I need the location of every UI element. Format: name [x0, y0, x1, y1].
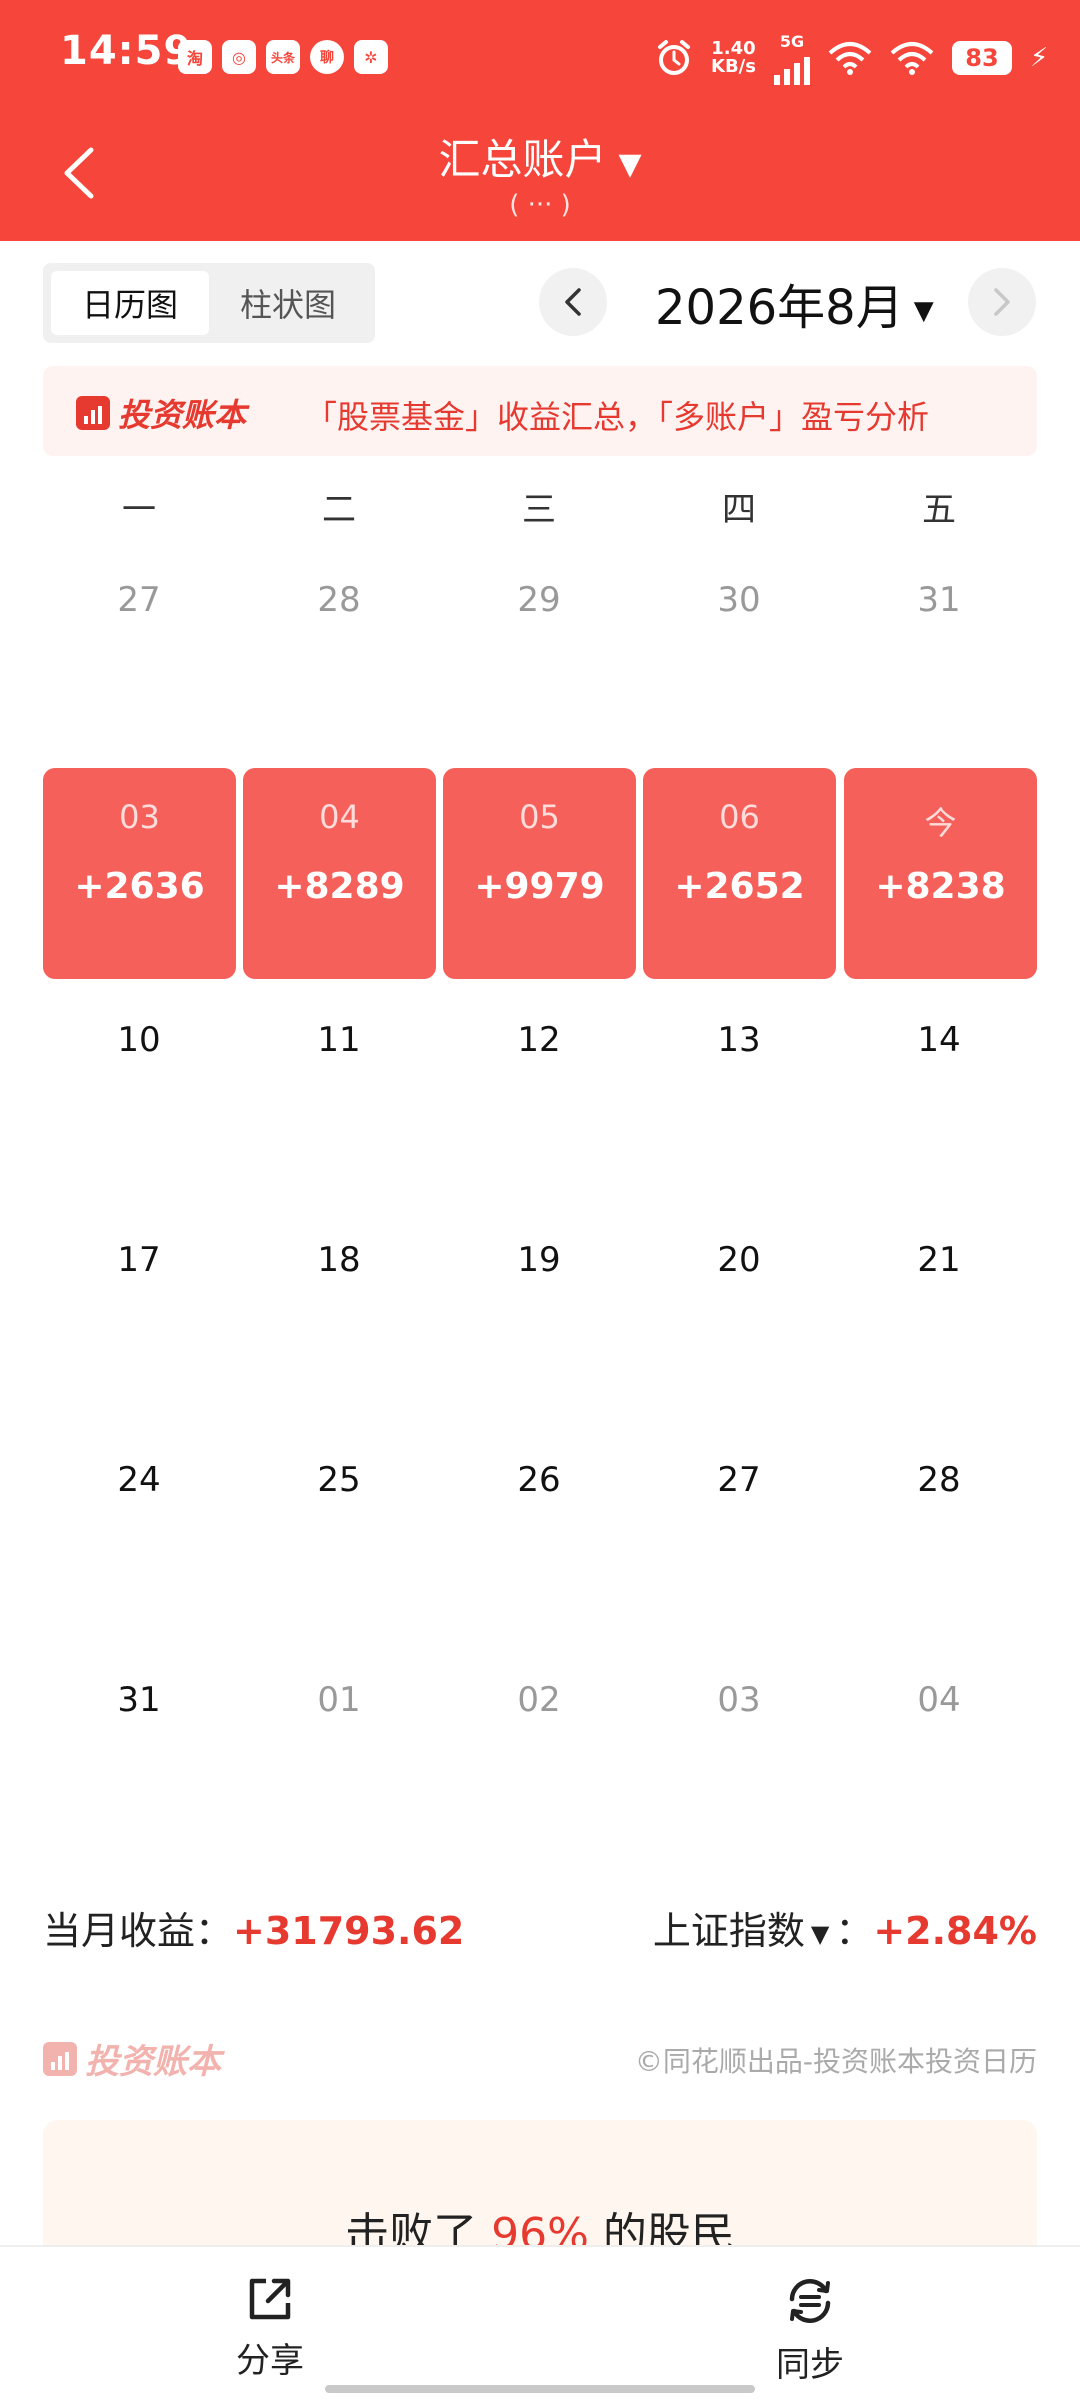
- calendar-day[interactable]: 31: [43, 1680, 235, 1720]
- calendar-day[interactable]: 12: [443, 1020, 635, 1060]
- calendar-day[interactable]: 01: [243, 1680, 435, 1720]
- profit-day-date: 今: [924, 804, 957, 842]
- sync-icon: [789, 2279, 831, 2323]
- share-icon: [249, 2278, 291, 2320]
- sync-button[interactable]: 同步: [710, 2275, 910, 2386]
- profit-day-date: 04: [319, 798, 360, 836]
- calendar-day[interactable]: 29: [443, 580, 635, 620]
- charging-icon: ⚡: [1029, 43, 1049, 73]
- index-summary[interactable]: 上证指数 ▼ ：+2.84%: [653, 1900, 1037, 1955]
- notification-icons: 淘 ◎ 头条 聊 ✲: [178, 40, 388, 74]
- profit-day-value: +8238: [875, 866, 1006, 907]
- profit-day-cell[interactable]: 06 +2652: [643, 768, 836, 979]
- profit-day-date: 06: [719, 798, 760, 836]
- month-profit-summary: 当月收益：+31793.62: [43, 1900, 464, 1955]
- tab-bar-chart[interactable]: 柱状图: [209, 271, 367, 335]
- copyright-text: ©同花顺出品-投资账本投资日历: [634, 2045, 1037, 2078]
- page-title: 汇总账户: [438, 135, 607, 184]
- beat-card: 击败了 96% 的股民: [43, 2120, 1037, 2260]
- toutiao-icon: 头条: [266, 40, 300, 74]
- net-speed: 1.40 KB/s: [711, 38, 756, 77]
- profit-day-date: 05: [519, 798, 560, 836]
- bottom-action-bar: 分享 同步: [0, 2245, 1080, 2402]
- share-button[interactable]: 分享: [170, 2275, 370, 2382]
- account-subtitle: ( ··· ): [509, 190, 571, 220]
- calendar-day[interactable]: 11: [243, 1020, 435, 1060]
- calendar-day[interactable]: 20: [643, 1240, 835, 1280]
- home-indicator[interactable]: [325, 2385, 755, 2393]
- weekday-mon: 一: [122, 490, 156, 530]
- calendar-day[interactable]: 27: [43, 580, 235, 620]
- app-header: 14:59 淘 ◎ 头条 聊 ✲ 1.40 KB/s 5G 83 ⚡ 汇总账户 …: [0, 0, 1080, 241]
- share-label: 分享: [236, 2341, 304, 2381]
- index-colon: ：: [835, 1909, 874, 1953]
- alarm-icon: [658, 40, 690, 75]
- profit-day-value: +2636: [74, 866, 205, 907]
- flower-icon: ✲: [354, 40, 388, 74]
- calendar-day[interactable]: 19: [443, 1240, 635, 1280]
- calendar-day[interactable]: 30: [643, 580, 835, 620]
- chevron-right-icon: [994, 288, 1010, 316]
- weekday-thu: 四: [722, 490, 756, 530]
- next-month-button[interactable]: [968, 268, 1036, 336]
- chevron-down-icon: ▼: [618, 147, 642, 182]
- footer-logo: 投资账本: [43, 2034, 221, 2083]
- cell-signal: 5G: [773, 32, 810, 85]
- month-profit-value: +31793.62: [233, 1909, 465, 1953]
- profit-day-cell[interactable]: 03 +2636: [43, 768, 236, 979]
- calendar-day[interactable]: 27: [643, 1460, 835, 1500]
- calendar-day[interactable]: 24: [43, 1460, 235, 1500]
- chart-logo-icon: [76, 396, 110, 430]
- profit-day-cell[interactable]: 04 +8289: [243, 768, 436, 979]
- view-toggle: 日历图 柱状图: [43, 263, 375, 343]
- calendar-day[interactable]: 28: [243, 580, 435, 620]
- chat-icon: 聊: [310, 40, 344, 74]
- sync-label: 同步: [776, 2345, 844, 2385]
- calendar-day[interactable]: 10: [43, 1020, 235, 1060]
- weekday-wed: 三: [522, 490, 556, 530]
- calendar-day[interactable]: 25: [243, 1460, 435, 1500]
- chevron-down-icon: ▼: [810, 1919, 830, 1948]
- profit-day-value: +2652: [674, 866, 805, 907]
- banner-text: 「股票基金」收益汇总，「多账户」盈亏分析: [305, 398, 930, 436]
- weekday-fri: 五: [922, 490, 956, 530]
- profit-day-value: +9979: [474, 866, 605, 907]
- wifi-icon: [828, 42, 872, 75]
- calendar-day[interactable]: 18: [243, 1240, 435, 1280]
- index-label: 上证指数: [652, 1909, 805, 1953]
- chart-logo-icon: [43, 2041, 77, 2076]
- banner-logo: 投资账本: [76, 390, 246, 436]
- chevron-left-icon: [565, 288, 581, 316]
- chevron-down-icon: ▼: [913, 296, 934, 326]
- profit-day-date: 03: [119, 798, 160, 836]
- tab-calendar[interactable]: 日历图: [51, 271, 209, 335]
- taobao-icon: 淘: [178, 40, 212, 74]
- calendar-day[interactable]: 13: [643, 1020, 835, 1060]
- calendar-day[interactable]: 21: [843, 1240, 1035, 1280]
- calendar-day[interactable]: 31: [843, 580, 1035, 620]
- status-right: 1.40 KB/s 5G 83 ⚡: [655, 30, 1048, 86]
- account-selector[interactable]: 汇总账户 ▼: [0, 126, 1080, 187]
- calendar-day[interactable]: 17: [43, 1240, 235, 1280]
- app-icon: ◎: [222, 40, 256, 74]
- index-value: +2.84%: [873, 1909, 1037, 1953]
- month-selector[interactable]: 2026年8月 ▼: [655, 268, 934, 338]
- calendar-day[interactable]: 14: [843, 1020, 1035, 1060]
- battery-indicator: 83: [951, 41, 1012, 75]
- profit-day-value: +8289: [274, 866, 405, 907]
- month-label: 2026年8月: [655, 280, 904, 336]
- month-profit-label: 当月收益：: [43, 1909, 234, 1953]
- profit-day-cell-today[interactable]: 今 +8238: [844, 768, 1037, 979]
- promo-banner[interactable]: 投资账本 「股票基金」收益汇总，「多账户」盈亏分析: [43, 366, 1037, 456]
- wifi-icon-2: [890, 42, 934, 75]
- calendar-day[interactable]: 26: [443, 1460, 635, 1500]
- prev-month-button[interactable]: [539, 268, 607, 336]
- profit-day-cell[interactable]: 05 +9979: [443, 768, 636, 979]
- calendar-day[interactable]: 02: [443, 1680, 635, 1720]
- calendar-day[interactable]: 04: [843, 1680, 1035, 1720]
- weekday-tue: 二: [322, 490, 356, 530]
- calendar-day[interactable]: 03: [643, 1680, 835, 1720]
- calendar-day[interactable]: 28: [843, 1460, 1035, 1500]
- status-time: 14:59: [60, 28, 193, 74]
